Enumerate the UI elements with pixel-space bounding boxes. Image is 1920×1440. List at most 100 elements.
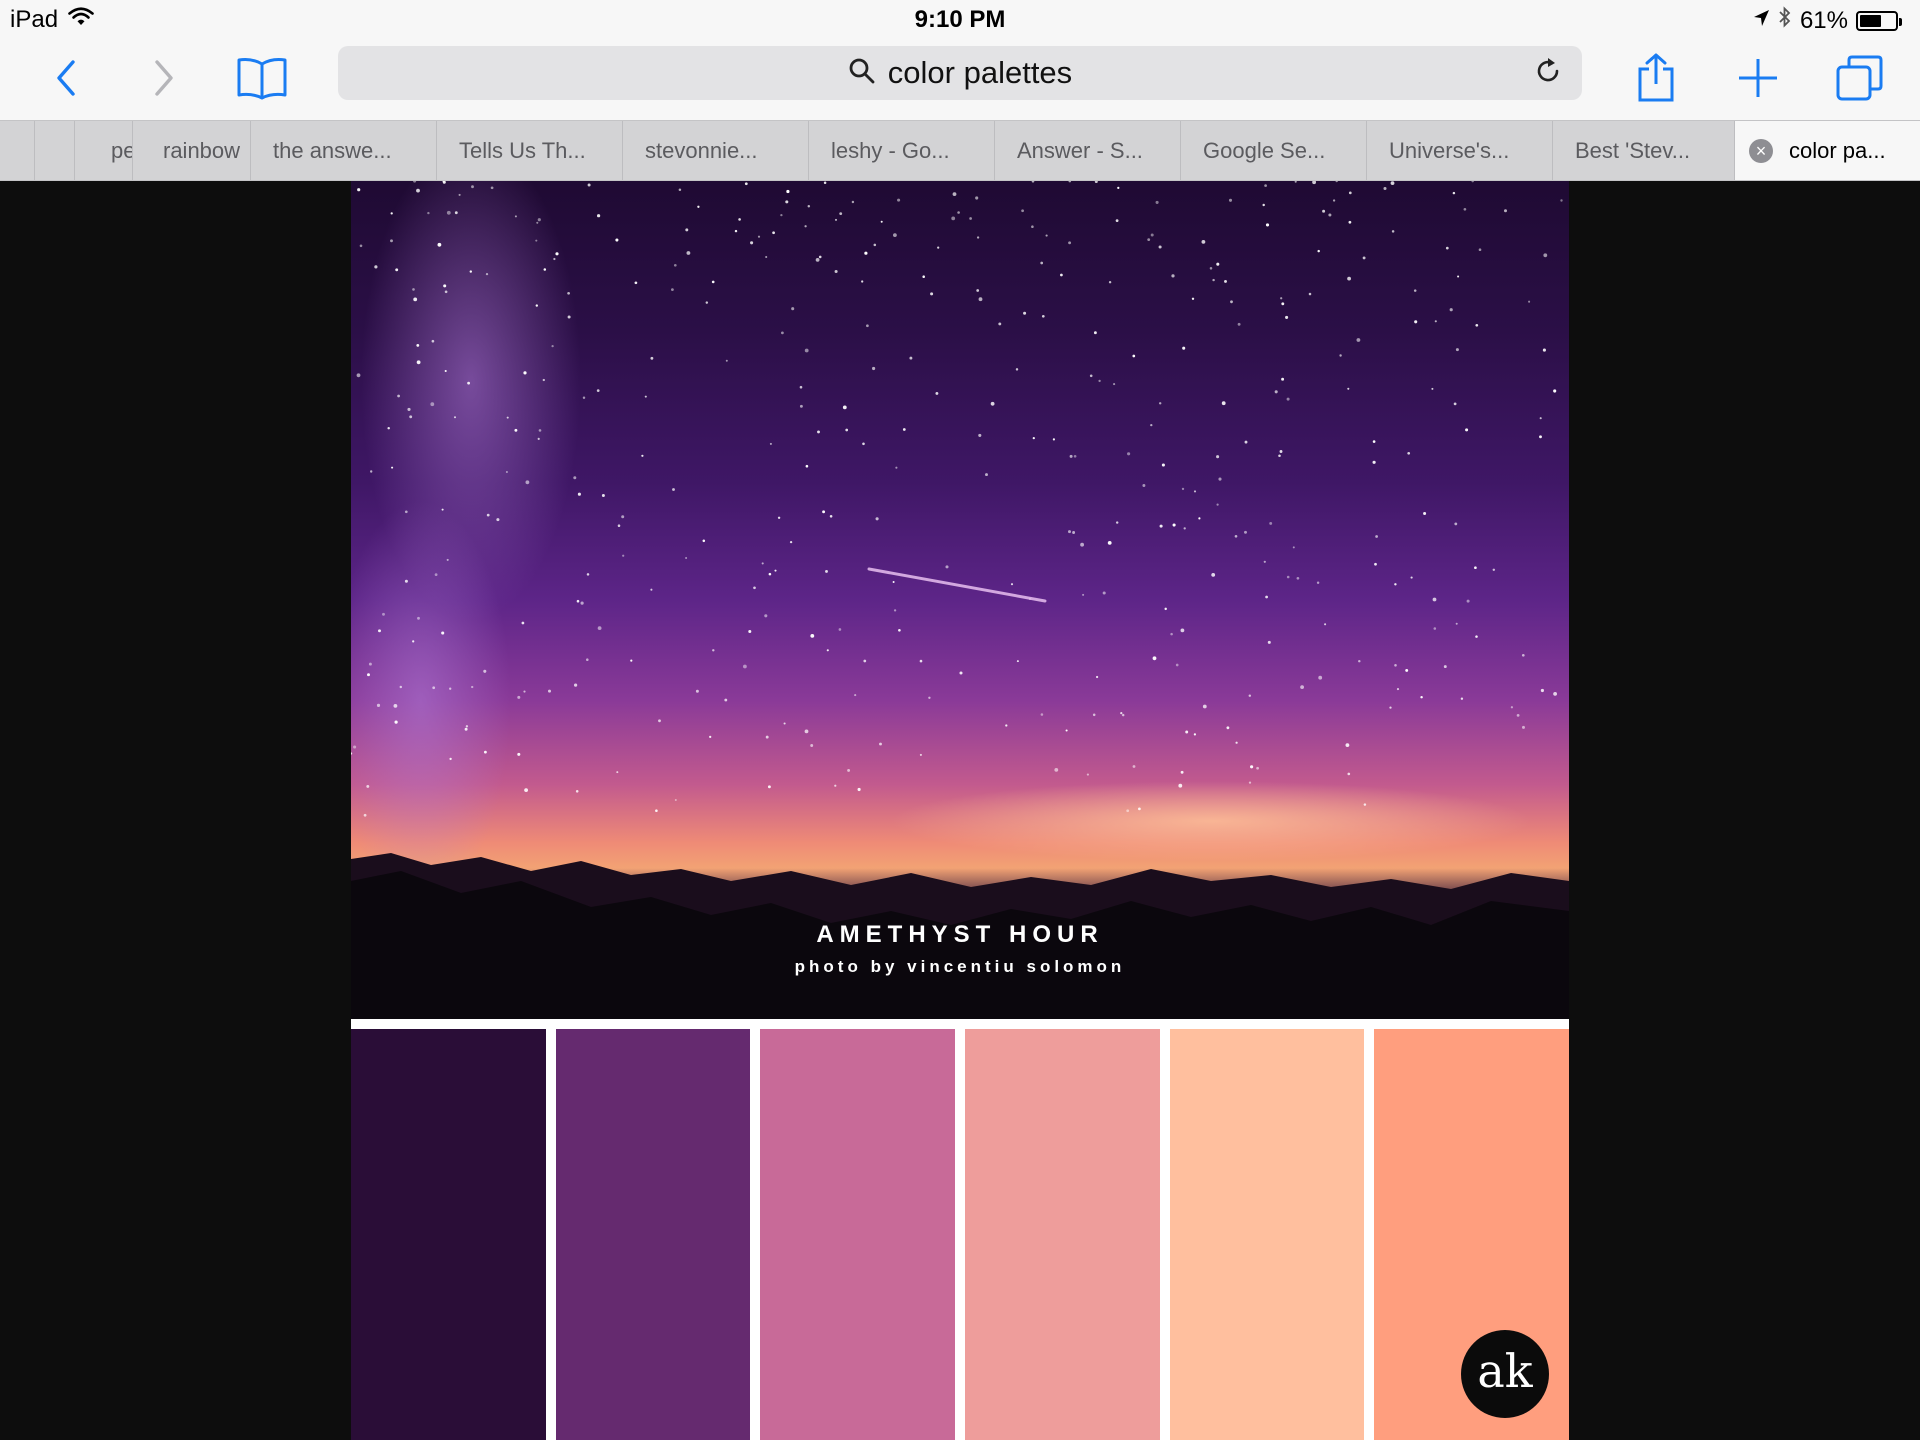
star	[443, 284, 447, 288]
palette-image[interactable]: AMETHYST HOUR photo by vincentiu solomon…	[351, 181, 1570, 1440]
star	[743, 664, 747, 669]
star	[786, 189, 790, 194]
star	[446, 210, 451, 215]
star	[919, 659, 923, 663]
color-swatch[interactable]	[351, 1029, 546, 1440]
star	[772, 231, 775, 235]
star	[1322, 209, 1326, 213]
tab-label: Google Se...	[1203, 138, 1326, 163]
star	[622, 554, 625, 557]
star	[368, 662, 372, 666]
tab-label: Universe's...	[1389, 138, 1510, 163]
star	[1093, 331, 1097, 335]
star	[1065, 729, 1068, 732]
tabs-overview-button[interactable]	[1830, 50, 1890, 110]
star	[930, 292, 934, 296]
star	[1358, 659, 1361, 663]
search-icon	[848, 57, 876, 90]
star	[399, 685, 403, 689]
star	[1374, 562, 1377, 566]
forward-button[interactable]	[134, 50, 194, 110]
tab[interactable]: rainbow	[132, 121, 250, 180]
star	[1209, 267, 1213, 270]
star	[641, 454, 644, 457]
star	[575, 790, 579, 793]
color-swatch[interactable]	[1169, 1029, 1365, 1440]
tab[interactable]: pe	[74, 121, 132, 180]
star	[1117, 186, 1120, 190]
star	[1221, 401, 1226, 406]
star	[672, 488, 675, 491]
star	[1182, 346, 1186, 350]
star	[765, 735, 769, 739]
star	[810, 634, 815, 638]
star	[1016, 660, 1019, 663]
tab[interactable]: leshy - Go...	[808, 121, 994, 180]
address-bar[interactable]: color palettes	[338, 46, 1582, 100]
star	[1522, 725, 1525, 729]
status-bar: iPad 9:10 PM 61%	[0, 0, 1920, 40]
star	[712, 649, 715, 652]
tab-close-icon[interactable]: ×	[1749, 139, 1773, 163]
star	[444, 290, 448, 294]
star	[1394, 664, 1397, 667]
bookmarks-button[interactable]	[232, 50, 292, 110]
star	[395, 268, 399, 272]
star	[1082, 593, 1085, 596]
tab[interactable]: Answer - S...	[994, 121, 1180, 180]
star	[382, 612, 385, 616]
star	[1292, 546, 1295, 549]
star	[1347, 387, 1350, 390]
star	[815, 258, 820, 262]
star	[576, 599, 580, 603]
star	[1471, 181, 1474, 183]
tab[interactable]: Tells Us Th...	[436, 121, 622, 180]
star	[580, 601, 584, 605]
star	[394, 720, 398, 724]
star	[748, 629, 752, 634]
star	[1161, 463, 1165, 467]
tab-active[interactable]: × color pa...	[1734, 121, 1920, 180]
star	[505, 470, 508, 474]
star	[1420, 695, 1423, 699]
star	[976, 236, 980, 239]
tab-label: leshy - Go...	[831, 138, 950, 163]
tab[interactable]	[34, 121, 74, 180]
reload-button[interactable]	[1530, 55, 1566, 91]
star	[1267, 640, 1271, 644]
color-swatch[interactable]	[965, 1029, 1160, 1440]
star	[674, 798, 677, 802]
star	[441, 508, 444, 511]
star	[1457, 275, 1460, 278]
star	[1553, 692, 1557, 696]
star	[391, 466, 394, 469]
star	[1539, 417, 1542, 420]
new-tab-button[interactable]	[1728, 50, 1788, 110]
tab[interactable]: Universe's...	[1366, 121, 1552, 180]
star	[875, 517, 879, 521]
star	[834, 784, 837, 787]
color-swatch[interactable]	[555, 1029, 751, 1440]
star	[1390, 181, 1395, 185]
star	[673, 263, 677, 267]
tab[interactable]: the answe...	[250, 121, 436, 180]
tab-label: Best 'Stev...	[1575, 138, 1691, 163]
color-swatch[interactable]	[760, 1029, 956, 1440]
star	[893, 233, 897, 237]
star	[370, 470, 373, 473]
star	[553, 257, 556, 261]
back-button[interactable]	[36, 50, 96, 110]
share-button[interactable]	[1626, 50, 1686, 110]
star	[685, 557, 688, 559]
star	[834, 218, 838, 221]
tab[interactable]: Google Se...	[1180, 121, 1366, 180]
star	[496, 518, 500, 522]
tab[interactable]: stevonnie...	[622, 121, 808, 180]
battery-percent: 61%	[1799, 6, 1848, 34]
tab[interactable]: Best 'Stev...	[1552, 121, 1734, 180]
star	[412, 640, 415, 643]
star	[543, 268, 547, 271]
star	[1052, 438, 1056, 441]
star	[1211, 573, 1216, 577]
star	[1180, 628, 1185, 633]
